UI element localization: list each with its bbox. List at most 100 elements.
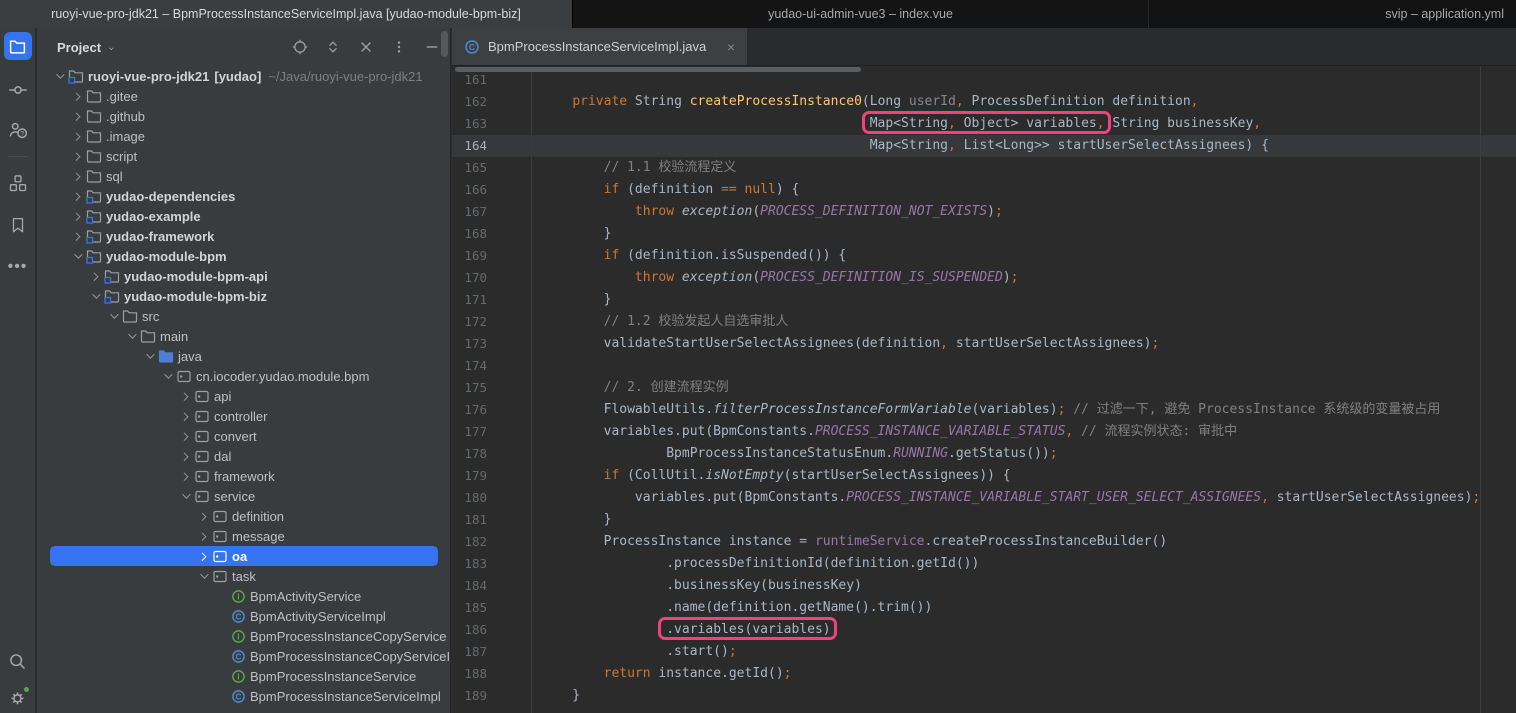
code-with-me-icon[interactable]: ? bbox=[4, 116, 32, 144]
tree-item-message[interactable]: message bbox=[37, 526, 450, 546]
line-number[interactable]: 161 bbox=[452, 69, 532, 91]
chevron-right-icon[interactable] bbox=[68, 188, 85, 204]
chevron-down-icon[interactable] bbox=[176, 488, 193, 504]
tree-item-cn.iocoder.yudao.module.bpm[interactable]: cn.iocoder.yudao.module.bpm bbox=[37, 366, 450, 386]
tree-item-service[interactable]: service bbox=[37, 486, 450, 506]
line-number[interactable]: 176 bbox=[452, 399, 532, 421]
line-number[interactable]: 173 bbox=[452, 333, 532, 355]
chevron-down-icon[interactable]: ⌄ bbox=[107, 42, 115, 53]
tree-item-BpmProcessInstanceServiceImpl[interactable]: CBpmProcessInstanceServiceImpl bbox=[37, 686, 450, 706]
line-number[interactable]: 180 bbox=[452, 487, 532, 509]
line-number[interactable]: 189 bbox=[452, 685, 532, 707]
tree-item-api[interactable]: api bbox=[37, 386, 450, 406]
tree-item-script[interactable]: script bbox=[37, 146, 450, 166]
line-number[interactable]: 162 bbox=[452, 91, 532, 113]
tree-item-framework[interactable]: framework bbox=[37, 466, 450, 486]
chevron-right-icon[interactable] bbox=[68, 128, 85, 144]
line-number[interactable]: 169 bbox=[452, 245, 532, 267]
options-kebab-icon[interactable] bbox=[391, 39, 407, 55]
chevron-right-icon[interactable] bbox=[68, 168, 85, 184]
tree-scrollbar-thumb[interactable] bbox=[441, 31, 448, 57]
project-panel-title[interactable]: Project bbox=[57, 40, 101, 55]
line-number[interactable]: 182 bbox=[452, 531, 532, 553]
chevron-down-icon[interactable] bbox=[86, 288, 103, 304]
chevron-right-icon[interactable] bbox=[176, 468, 193, 484]
line-number[interactable]: 178 bbox=[452, 443, 532, 465]
tree-item-yudao-module-bpm[interactable]: yudao-module-bpm bbox=[37, 246, 450, 266]
select-opened-file-icon[interactable] bbox=[292, 39, 308, 55]
chevron-right-icon[interactable] bbox=[68, 108, 85, 124]
editor-tab-active[interactable]: C BpmProcessInstanceServiceImpl.java × bbox=[452, 28, 747, 65]
code-editor[interactable]: 161162 private String createProcessInsta… bbox=[452, 66, 1516, 713]
chevron-right-icon[interactable] bbox=[68, 228, 85, 244]
chevron-down-icon[interactable] bbox=[50, 68, 67, 84]
tab-close-icon[interactable]: × bbox=[727, 40, 735, 54]
collapse-all-icon[interactable] bbox=[358, 39, 374, 55]
tree-item-convert[interactable]: convert bbox=[37, 426, 450, 446]
line-number[interactable]: 168 bbox=[452, 223, 532, 245]
more-tool-windows-icon[interactable]: ••• bbox=[4, 253, 32, 281]
chevron-right-icon[interactable] bbox=[194, 508, 211, 524]
line-number[interactable]: 190 bbox=[452, 707, 532, 713]
line-number[interactable]: 171 bbox=[452, 289, 532, 311]
chevron-down-icon[interactable] bbox=[68, 248, 85, 264]
line-number[interactable]: 175 bbox=[452, 377, 532, 399]
line-number[interactable]: 174 bbox=[452, 355, 532, 377]
tree-item-dal[interactable]: dal bbox=[37, 446, 450, 466]
line-number[interactable]: 183 bbox=[452, 553, 532, 575]
tree-item-main[interactable]: main bbox=[37, 326, 450, 346]
hide-panel-icon[interactable] bbox=[424, 39, 440, 55]
tree-item-BpmProcessInstanceCopyServiceImpl[interactable]: CBpmProcessInstanceCopyServiceImpl bbox=[37, 646, 450, 666]
chevron-right-icon[interactable] bbox=[176, 388, 193, 404]
tree-item-task[interactable]: task bbox=[37, 566, 450, 586]
settings-gear-icon[interactable] bbox=[4, 683, 32, 711]
tree-item-ruoyi-vue-pro-jdk21[interactable]: ruoyi-vue-pro-jdk21[yudao]~/Java/ruoyi-v… bbox=[37, 66, 450, 86]
tree-item-BpmProcessInstanceCopyService[interactable]: IBpmProcessInstanceCopyService bbox=[37, 626, 450, 646]
chevron-right-icon[interactable] bbox=[194, 548, 211, 564]
tree-item-yudao-example[interactable]: yudao-example bbox=[37, 206, 450, 226]
chevron-right-icon[interactable] bbox=[68, 148, 85, 164]
chevron-down-icon[interactable] bbox=[122, 328, 139, 344]
tree-item-sql[interactable]: sql bbox=[37, 166, 450, 186]
structure-icon[interactable] bbox=[4, 169, 32, 197]
chevron-right-icon[interactable] bbox=[176, 448, 193, 464]
chevron-right-icon[interactable] bbox=[68, 208, 85, 224]
line-number[interactable]: 163 bbox=[452, 113, 532, 135]
line-number[interactable]: 167 bbox=[452, 201, 532, 223]
tree-item-src[interactable]: src bbox=[37, 306, 450, 326]
chevron-down-icon[interactable] bbox=[140, 348, 157, 364]
chevron-right-icon[interactable] bbox=[194, 528, 211, 544]
tree-item-java[interactable]: java bbox=[37, 346, 450, 366]
expand-icon[interactable] bbox=[325, 39, 341, 55]
tree-item-.image[interactable]: .image bbox=[37, 126, 450, 146]
chevron-right-icon[interactable] bbox=[68, 88, 85, 104]
tree-item-BpmActivityService[interactable]: IBpmActivityService bbox=[37, 586, 450, 606]
tree-item-definition[interactable]: definition bbox=[37, 506, 450, 526]
chevron-down-icon[interactable] bbox=[158, 368, 175, 384]
tree-item-yudao-module-bpm-biz[interactable]: yudao-module-bpm-biz bbox=[37, 286, 450, 306]
chevron-down-icon[interactable] bbox=[194, 568, 211, 584]
tree-item-yudao-module-bpm-api[interactable]: yudao-module-bpm-api bbox=[37, 266, 450, 286]
tree-item-BpmActivityServiceImpl[interactable]: CBpmActivityServiceImpl bbox=[37, 606, 450, 626]
tree-item-.gitee[interactable]: .gitee bbox=[37, 86, 450, 106]
tree-item-oa[interactable]: oa bbox=[37, 546, 450, 566]
line-number[interactable]: 172 bbox=[452, 311, 532, 333]
bookmarks-icon[interactable] bbox=[4, 211, 32, 239]
commit-icon[interactable] bbox=[4, 76, 32, 104]
chevron-down-icon[interactable] bbox=[104, 308, 121, 324]
line-number[interactable]: 179 bbox=[452, 465, 532, 487]
line-number[interactable]: 165 bbox=[452, 157, 532, 179]
tree-item-.github[interactable]: .github bbox=[37, 106, 450, 126]
line-number[interactable]: 177 bbox=[452, 421, 532, 443]
tree-item-controller[interactable]: controller bbox=[37, 406, 450, 426]
line-number[interactable]: 188 bbox=[452, 663, 532, 685]
tree-item-BpmProcessInstanceService[interactable]: IBpmProcessInstanceService bbox=[37, 666, 450, 686]
chevron-right-icon[interactable] bbox=[176, 408, 193, 424]
chevron-right-icon[interactable] bbox=[176, 428, 193, 444]
search-everywhere-icon[interactable] bbox=[4, 647, 32, 675]
line-number[interactable]: 185 bbox=[452, 597, 532, 619]
line-number[interactable]: 184 bbox=[452, 575, 532, 597]
project-tool-icon[interactable] bbox=[4, 32, 32, 60]
tree-item-yudao-framework[interactable]: yudao-framework bbox=[37, 226, 450, 246]
tree-item-yudao-dependencies[interactable]: yudao-dependencies bbox=[37, 186, 450, 206]
